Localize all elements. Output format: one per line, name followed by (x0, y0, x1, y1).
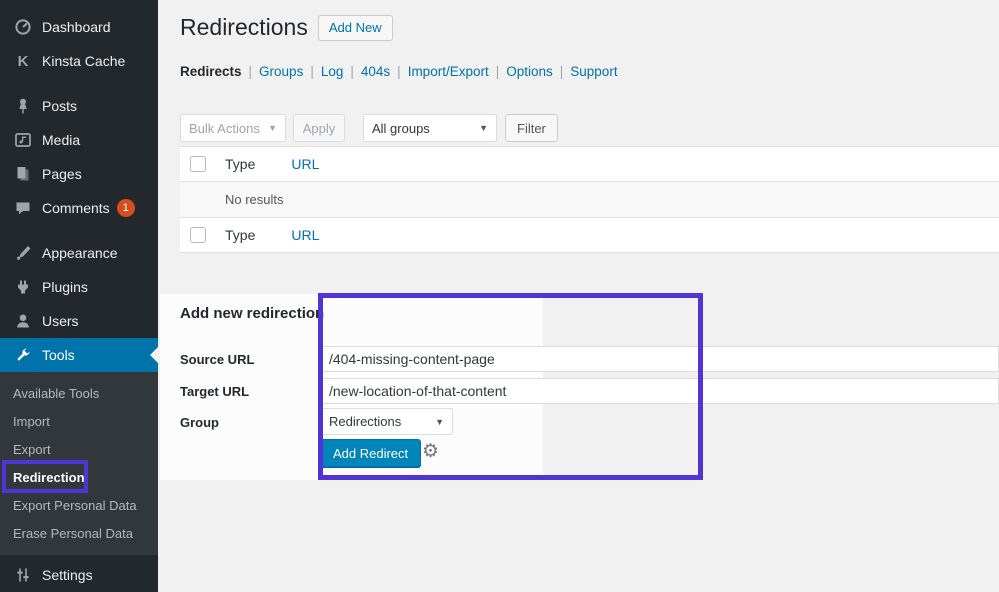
add-redirect-button[interactable]: Add Redirect (320, 439, 421, 467)
list-toolbar: Bulk Actions ▼ Apply All groups ▼ Filter (180, 114, 558, 142)
sidebar-item-label: Users (42, 313, 79, 329)
users-icon (13, 312, 33, 330)
dropdown-arrow-icon: ▼ (479, 123, 488, 133)
table-footer-row: Type URL (180, 218, 999, 253)
bulk-actions-select[interactable]: Bulk Actions ▼ (180, 114, 286, 142)
plugin-nav-tabs: Redirects | Groups | Log | 404s | Import… (180, 64, 618, 79)
empty-results-row: No results (180, 182, 999, 218)
sidebar-item-label: Comments (42, 200, 110, 216)
sidebar-item-label: Appearance (42, 245, 118, 261)
target-url-label: Target URL (180, 384, 249, 399)
page-header: Redirections Add New (180, 13, 393, 43)
pin-icon (13, 97, 33, 115)
group-label: Group (180, 415, 219, 430)
tab-support[interactable]: Support (570, 64, 617, 79)
sidebar-item-label: Dashboard (42, 19, 111, 35)
submenu-item-available-tools[interactable]: Available Tools (0, 380, 158, 408)
sidebar-item-label: Plugins (42, 279, 88, 295)
sidebar-item-label: Kinsta Cache (42, 53, 125, 69)
tab-separator: | (496, 64, 500, 79)
sidebar-item-appearance[interactable]: Appearance (0, 236, 158, 270)
sidebar-item-label: Media (42, 132, 80, 148)
sidebar-item-kinsta-cache[interactable]: K Kinsta Cache (0, 44, 158, 78)
column-footer-type: Type (225, 227, 255, 243)
sidebar-item-comments[interactable]: Comments 1 (0, 191, 158, 225)
media-icon (13, 131, 33, 149)
column-header-url[interactable]: URL (291, 156, 319, 172)
sidebar-item-pages[interactable]: Pages (0, 157, 158, 191)
tools-submenu: Available Tools Import Export Redirectio… (0, 372, 158, 555)
redirects-table: Type URL No results Type URL (180, 146, 999, 253)
bulk-actions-value: Bulk Actions (189, 121, 260, 136)
settings-icon (13, 566, 33, 584)
sidebar-item-users[interactable]: Users (0, 304, 158, 338)
menu-separator (0, 78, 158, 89)
submenu-item-import[interactable]: Import (0, 408, 158, 436)
tab-log[interactable]: Log (321, 64, 344, 79)
appearance-icon (13, 244, 33, 262)
tab-import-export[interactable]: Import/Export (408, 64, 489, 79)
column-footer-url[interactable]: URL (291, 227, 319, 243)
tab-groups[interactable]: Groups (259, 64, 303, 79)
group-select-value: Redirections (329, 414, 401, 429)
tab-separator: | (397, 64, 401, 79)
submenu-item-export-personal-data[interactable]: Export Personal Data (0, 492, 158, 520)
source-url-label: Source URL (180, 352, 254, 367)
tab-separator: | (350, 64, 354, 79)
sidebar-item-settings[interactable]: Settings (0, 558, 158, 592)
submenu-item-export[interactable]: Export (0, 436, 158, 464)
tab-404s[interactable]: 404s (361, 64, 390, 79)
comments-icon (13, 199, 33, 217)
dropdown-arrow-icon: ▼ (435, 417, 444, 427)
panel-heading: Add new redirection (180, 305, 324, 322)
tools-icon (13, 346, 33, 364)
dashboard-icon (13, 18, 33, 36)
tab-separator: | (249, 64, 253, 79)
sidebar-item-tools[interactable]: Tools (0, 338, 158, 372)
sidebar-item-dashboard[interactable]: Dashboard (0, 10, 158, 44)
apply-button[interactable]: Apply (293, 114, 345, 142)
sidebar-item-label: Pages (42, 166, 82, 182)
kinsta-icon: K (13, 53, 33, 70)
admin-sidebar: Dashboard K Kinsta Cache Posts Media Pag… (0, 0, 158, 592)
source-url-input[interactable] (320, 346, 999, 372)
page-title: Redirections (180, 13, 308, 43)
sidebar-item-label: Settings (42, 567, 93, 583)
group-select[interactable]: Redirections ▼ (320, 408, 453, 435)
comments-count-badge: 1 (117, 199, 135, 217)
tab-separator: | (560, 64, 564, 79)
sidebar-item-label: Tools (42, 347, 75, 363)
pages-icon (13, 165, 33, 183)
tab-options[interactable]: Options (506, 64, 553, 79)
menu-separator (0, 225, 158, 236)
sidebar-item-media[interactable]: Media (0, 123, 158, 157)
filter-button[interactable]: Filter (505, 114, 558, 142)
sidebar-item-posts[interactable]: Posts (0, 89, 158, 123)
select-all-checkbox[interactable] (190, 227, 206, 243)
gear-icon[interactable]: ⚙ (422, 442, 439, 461)
group-filter-value: All groups (372, 121, 430, 136)
submenu-item-erase-personal-data[interactable]: Erase Personal Data (0, 520, 158, 548)
sidebar-item-label: Posts (42, 98, 77, 114)
table-header-row: Type URL (180, 147, 999, 182)
empty-results-message: No results (225, 192, 284, 207)
plugins-icon (13, 278, 33, 296)
column-header-type: Type (225, 156, 255, 172)
target-url-input[interactable] (320, 378, 999, 404)
sidebar-item-plugins[interactable]: Plugins (0, 270, 158, 304)
add-new-button[interactable]: Add New (318, 15, 393, 41)
dropdown-arrow-icon: ▼ (268, 123, 277, 133)
tab-redirects[interactable]: Redirects (180, 64, 242, 79)
group-filter-select[interactable]: All groups ▼ (363, 114, 497, 142)
main-content: Redirections Add New Redirects | Groups … (158, 0, 999, 592)
submenu-item-redirection[interactable]: Redirection (0, 464, 158, 492)
tab-separator: | (310, 64, 314, 79)
select-all-checkbox[interactable] (190, 156, 206, 172)
